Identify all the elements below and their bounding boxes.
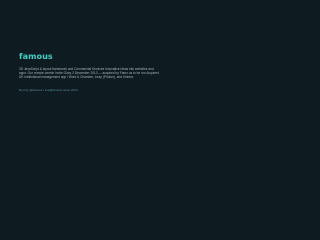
about-section: famous 3D JavaScript & layout framework … (19, 52, 159, 92)
footer-link[interactable]: Run by @famous / sec@famous since 2013 (19, 88, 159, 92)
page: famous 3D JavaScript & layout framework … (0, 0, 320, 200)
about-description: 3D JavaScript & layout framework and Com… (19, 67, 159, 80)
brand-logo[interactable]: famous (19, 52, 159, 61)
